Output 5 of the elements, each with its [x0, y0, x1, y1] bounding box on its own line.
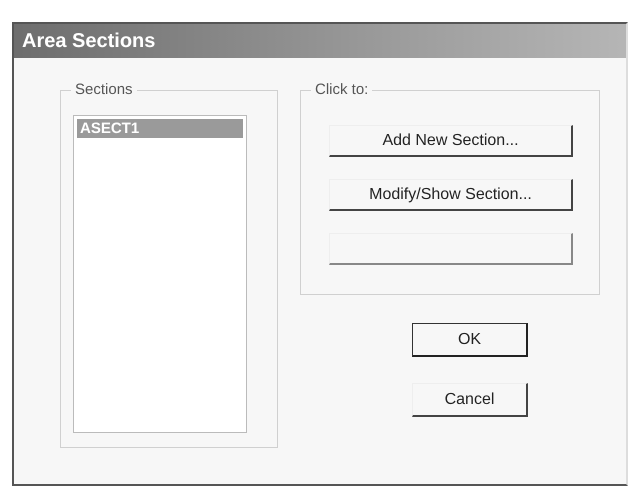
action-button[interactable]: Add New Section...	[329, 125, 573, 157]
cancel-button[interactable]: Cancel	[412, 383, 528, 417]
window-title: Area Sections	[14, 24, 626, 58]
action-button[interactable]: Modify/Show Section...	[329, 179, 573, 211]
ok-button[interactable]: OK	[412, 323, 528, 357]
